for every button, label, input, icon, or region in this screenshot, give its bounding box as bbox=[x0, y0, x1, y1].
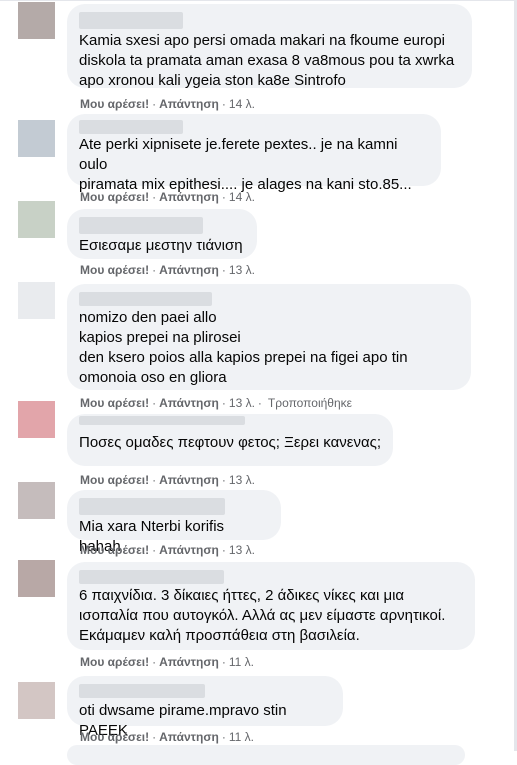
comment-text: nomizo den paei allo kapios prepei na pl… bbox=[79, 309, 408, 386]
like-button[interactable]: Μου αρέσει! bbox=[80, 97, 149, 111]
comment-actions: Μου αρέσει! · Απάντηση · 13 λ. bbox=[80, 473, 255, 487]
author-name[interactable] bbox=[79, 12, 183, 29]
author-name[interactable] bbox=[79, 292, 212, 306]
comment-text: Ate perki xipnisete je.ferete pextes.. j… bbox=[79, 136, 412, 193]
timestamp[interactable]: 11 λ. bbox=[229, 655, 254, 669]
comment-bubble: Mia xara Nterbi korifis hahah bbox=[67, 490, 281, 555]
comment-bubble: nomizo den paei allo kapios prepei na pl… bbox=[67, 284, 471, 390]
comment-actions: Μου αρέσει! · Απάντηση · 13 λ. bbox=[80, 263, 255, 277]
reply-button[interactable]: Απάντηση bbox=[159, 396, 219, 410]
comment-actions: Μου αρέσει! · Απάντηση · 14 λ. bbox=[80, 190, 255, 204]
comment-text: 6 παιχνίδια. 3 δίκαιες ήττες, 2 άδικες ν… bbox=[79, 587, 446, 644]
reply-button[interactable]: Απάντηση bbox=[159, 263, 219, 277]
reply-button[interactable]: Απάντηση bbox=[159, 655, 219, 669]
comment-bubble: Ποσες ομαδες πεφτουν φετος; Ξερει κανενα… bbox=[67, 414, 393, 466]
author-name[interactable] bbox=[79, 416, 245, 425]
comment-bubble: Ate perki xipnisete je.ferete pextes.. j… bbox=[67, 114, 441, 193]
edited-label[interactable]: Τροποποιήθηκε bbox=[265, 396, 352, 410]
timestamp[interactable]: 14 λ. bbox=[229, 97, 255, 111]
comment-text: Εσιεσαμε μεστην τιάνιση bbox=[79, 237, 243, 254]
comment-bubble-partial bbox=[67, 745, 465, 765]
comment-actions: Μου αρέσει! · Απάντηση · 13 λ. bbox=[80, 543, 255, 557]
reply-button[interactable]: Απάντηση bbox=[159, 473, 219, 487]
author-name[interactable] bbox=[79, 684, 205, 698]
comment-actions: Μου αρέσει! · Απάντηση · 14 λ. bbox=[80, 97, 255, 111]
author-name[interactable] bbox=[79, 570, 224, 584]
reply-button[interactable]: Απάντηση bbox=[159, 543, 219, 557]
timestamp[interactable]: 13 λ. bbox=[229, 473, 255, 487]
avatar[interactable] bbox=[18, 482, 55, 519]
like-button[interactable]: Μου αρέσει! bbox=[80, 730, 149, 744]
timestamp[interactable]: 14 λ. bbox=[229, 190, 255, 204]
comment-bubble: Kamia sxesi apo persi omada makari na fk… bbox=[67, 4, 472, 89]
timestamp[interactable]: 11 λ. bbox=[229, 730, 254, 744]
like-button[interactable]: Μου αρέσει! bbox=[80, 543, 149, 557]
avatar[interactable] bbox=[18, 401, 55, 438]
avatar[interactable] bbox=[18, 682, 55, 719]
top-divider bbox=[0, 0, 517, 1]
comment-actions: Μου αρέσει! · Απάντηση · 11 λ. bbox=[80, 655, 255, 669]
comment-actions: Μου αρέσει! · Απάντηση · 11 λ. bbox=[80, 730, 255, 744]
avatar[interactable] bbox=[18, 201, 55, 238]
author-name[interactable] bbox=[79, 120, 183, 134]
reply-button[interactable]: Απάντηση bbox=[159, 97, 219, 111]
reply-button[interactable]: Απάντηση bbox=[159, 730, 219, 744]
like-button[interactable]: Μου αρέσει! bbox=[80, 190, 149, 204]
like-button[interactable]: Μου αρέσει! bbox=[80, 473, 149, 487]
comment-text: Ποσες ομαδες πεφτουν φετος; Ξερει κανενα… bbox=[79, 434, 382, 451]
avatar[interactable] bbox=[18, 2, 55, 39]
author-name[interactable] bbox=[79, 217, 203, 234]
like-button[interactable]: Μου αρέσει! bbox=[80, 655, 149, 669]
timestamp[interactable]: 13 λ. bbox=[229, 263, 255, 277]
comment-actions: Μου αρέσει! · Απάντηση · 13 λ. · Τροποποιήθηκε bbox=[80, 396, 352, 410]
comment-text: Kamia sxesi apo persi omada makari na fk… bbox=[79, 32, 455, 89]
author-name[interactable] bbox=[79, 498, 225, 515]
comment-bubble: Εσιεσαμε μεστην τιάνιση bbox=[67, 209, 257, 259]
like-button[interactable]: Μου αρέσει! bbox=[80, 396, 149, 410]
comment-bubble: 6 παιχνίδια. 3 δίκαιες ήττες, 2 άδικες ν… bbox=[67, 562, 475, 650]
timestamp[interactable]: 13 λ. bbox=[229, 543, 255, 557]
avatar[interactable] bbox=[18, 120, 55, 157]
avatar[interactable] bbox=[18, 282, 55, 319]
timestamp[interactable]: 13 λ. bbox=[229, 396, 255, 410]
like-button[interactable]: Μου αρέσει! bbox=[80, 263, 149, 277]
reply-button[interactable]: Απάντηση bbox=[159, 190, 219, 204]
comment-bubble: oti dwsame pirame.mpravo stin PAEEK bbox=[67, 676, 343, 739]
avatar[interactable] bbox=[18, 560, 55, 597]
